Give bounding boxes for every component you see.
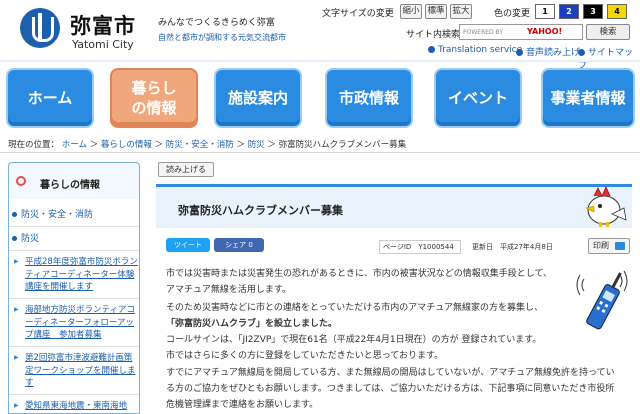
- color-2-button[interactable]: 2: [559, 4, 579, 19]
- sidebar-item-disaster[interactable]: 防災: [9, 233, 139, 246]
- font-large-button[interactable]: 拡大: [450, 4, 472, 19]
- search-placeholder: POWERED BY: [463, 29, 504, 36]
- body-text: すでにアマチュア無線局を開局している方、また無線局の開局はしていないが、アマチュ…: [166, 368, 615, 378]
- printer-icon: [615, 242, 625, 250]
- sidebar-divider: [9, 394, 139, 395]
- body-text: そのため災害時などに市との連絡をとっていただける市内のアマチュア無線家の方を募集…: [166, 303, 544, 313]
- updated-value: 平成27年4月8日: [500, 243, 553, 251]
- city-logo-icon[interactable]: [20, 8, 60, 48]
- sidebar-divider: [9, 346, 139, 347]
- font-standard-button[interactable]: 標準: [425, 4, 447, 19]
- breadcrumb-living[interactable]: 暮らしの情報: [101, 140, 152, 150]
- facebook-share-button[interactable]: シェア 0: [214, 238, 264, 252]
- tagline-sub: 自然と都市が調和する元気交流都市: [158, 33, 286, 42]
- print-button[interactable]: 印刷: [588, 238, 630, 254]
- search-label: サイト内検索: [406, 30, 461, 40]
- sidebar-subitem[interactable]: 第2回弥富市津波避難計画策定ワークショップを開催します: [14, 352, 138, 390]
- color-3-button[interactable]: 3: [583, 4, 603, 19]
- city-name[interactable]: 弥富市: [70, 10, 136, 40]
- updated-label: 更新日: [472, 243, 493, 251]
- breadcrumb-current: 弥富防災ハムクラブメンバー募集: [278, 140, 407, 150]
- breadcrumb-divider: [0, 152, 640, 153]
- page: 弥富市 Yatomi City みんなでつくるきらめく弥富 自然と都市が調和する…: [0, 0, 640, 414]
- translation-link[interactable]: Translation service: [428, 45, 522, 55]
- page-title: 弥富防災ハムクラブメンバー募集: [178, 204, 343, 217]
- body-text-callsign: コールサインは、「JI2ZVP」で現在61名（平成22年4月1日現在）の方が 登…: [166, 335, 542, 345]
- color-1-button[interactable]: 1: [535, 4, 555, 19]
- nav-business[interactable]: 事業者情報: [541, 68, 635, 128]
- page-id-value: Y1000544: [418, 243, 454, 251]
- sidebar-subitem[interactable]: 海部地方防災ボランティアコーディネーターフォローアップ講座 参加者募集: [14, 304, 138, 342]
- breadcrumb-home[interactable]: ホーム: [62, 140, 87, 150]
- color-label: 色の変更: [494, 9, 531, 19]
- city-name-en: Yatomi City: [72, 38, 134, 51]
- read-aloud-button[interactable]: 読み上げる: [158, 162, 214, 177]
- nav-events[interactable]: イベント: [434, 68, 522, 128]
- breadcrumb-prefix: 現在の位置：: [8, 140, 60, 150]
- body-text-club: 「弥富防災ハムクラブ」を設立しました。: [166, 319, 338, 329]
- page-id-box: ページID Y1000544: [379, 240, 461, 254]
- breadcrumb-disaster[interactable]: 防災: [248, 140, 265, 150]
- search-button[interactable]: 検索: [586, 24, 630, 40]
- tagline: みんなでつくるきらめく弥富: [158, 18, 275, 28]
- sidebar-subitem[interactable]: 平成28年度弥富市防災ボランティアコーディネーター体験講座を開催します: [14, 256, 138, 294]
- circle-icon: [16, 176, 26, 186]
- tweet-button[interactable]: ツイート: [166, 238, 210, 252]
- body-text: 危機管理課まで連絡をお願いします。: [166, 400, 319, 410]
- breadcrumb: 現在の位置： ホーム ＞ 暮らしの情報 ＞ 防災・安全・消防 ＞ 防災 ＞ 弥富…: [8, 140, 407, 150]
- page-id-label: ページID: [383, 243, 412, 251]
- sidebar-item-safety[interactable]: 防災・安全・消防: [9, 209, 139, 222]
- color-4-button[interactable]: 4: [607, 4, 627, 19]
- sidebar-divider: [9, 298, 139, 299]
- search-input[interactable]: POWERED BY YAHOO!: [459, 24, 583, 40]
- sidebar-subitem[interactable]: 愛知県東海地震・東南海地: [14, 400, 138, 413]
- updated-date: 更新日 平成27年4月8日: [472, 242, 553, 252]
- body-text: 市では災害時または災害発生の恐れがあるときに、市内の被害状況などの情報収集手段と…: [166, 269, 553, 279]
- sidebar-title: 暮らしの情報: [40, 180, 100, 191]
- font-small-button[interactable]: 縮小: [400, 4, 422, 19]
- nav-living[interactable]: 暮らし の情報: [110, 68, 198, 128]
- header-divider: [0, 60, 640, 62]
- sidebar-divider: [9, 226, 139, 227]
- radio-handset-icon: [576, 270, 628, 330]
- speech-link[interactable]: 音声読み上げ: [516, 45, 580, 58]
- body-text: る方のご協力をぜひともお願いします。つきましては、ご協力いただける方は、下記事項…: [166, 384, 615, 394]
- mascot-bird-icon: [585, 186, 627, 227]
- nav-facilities[interactable]: 施設案内: [214, 68, 302, 128]
- breadcrumb-safety[interactable]: 防災・安全・消防: [166, 140, 234, 150]
- yahoo-logo: YAHOO!: [527, 27, 563, 36]
- print-label: 印刷: [593, 241, 609, 250]
- nav-city-info[interactable]: 市政情報: [325, 68, 413, 128]
- body-text: 市ではさらに多くの方に登録をしていただきたいと思っております。: [166, 351, 444, 361]
- body-text: アマチュア無線を活用します。: [166, 285, 291, 295]
- font-size-label: 文字サイズの変更: [322, 9, 394, 19]
- sidebar-divider: [9, 250, 139, 251]
- nav-home[interactable]: ホーム: [6, 68, 94, 128]
